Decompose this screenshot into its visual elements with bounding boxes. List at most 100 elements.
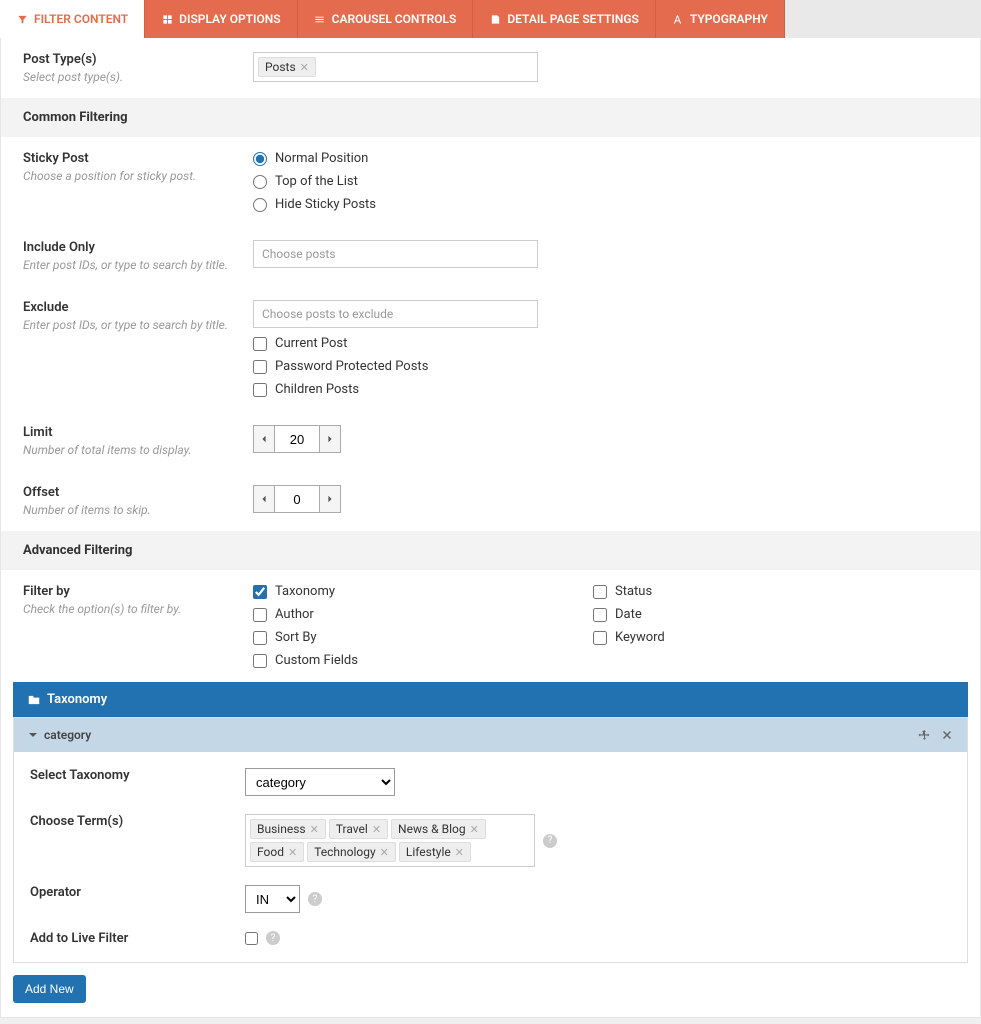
check-live-filter[interactable]: [245, 932, 258, 945]
panel-filter-content: Post Type(s) Select post type(s). Posts✕…: [0, 38, 981, 1018]
check-status[interactable]: Status: [593, 584, 893, 599]
check-keyword[interactable]: Keyword: [593, 630, 893, 645]
offset-decrement[interactable]: [253, 485, 275, 513]
tab-label: CAROUSEL CONTROLS: [332, 12, 457, 26]
offset-input[interactable]: [275, 485, 319, 513]
check-custom-fields[interactable]: Custom Fields: [253, 653, 553, 668]
limit-decrement[interactable]: [253, 425, 275, 453]
chevron-down-icon: [28, 730, 38, 740]
tab-label: DETAIL PAGE SETTINGS: [507, 12, 639, 26]
grid-icon: [161, 13, 173, 25]
tab-label: TYPOGRAPHY: [690, 12, 768, 26]
row-limit: Limit Number of total items to display.: [1, 411, 980, 471]
include-input[interactable]: Choose posts: [253, 240, 538, 268]
tab-detail-page-settings[interactable]: DETAIL PAGE SETTINGS: [473, 0, 656, 38]
sliders-icon: [314, 13, 326, 25]
live-filter-label: Add to Live Filter: [30, 931, 245, 946]
check-password-protected[interactable]: Password Protected Posts: [253, 359, 958, 374]
check-taxonomy[interactable]: Taxonomy: [253, 584, 553, 599]
tag-business[interactable]: Business✕: [250, 819, 326, 839]
filter-by-desc: Check the option(s) to filter by.: [23, 602, 253, 616]
row-filter-by: Filter by Check the option(s) to filter …: [1, 570, 980, 682]
row-select-taxonomy: Select Taxonomy category: [30, 768, 951, 796]
limit-label: Limit: [23, 425, 253, 440]
radio-hide-sticky[interactable]: Hide Sticky Posts: [253, 197, 958, 212]
remove-tag-icon[interactable]: ✕: [380, 846, 389, 859]
exclude-desc: Enter post IDs, or type to search by tit…: [23, 318, 253, 332]
section-common-filtering: Common Filtering: [1, 98, 980, 137]
check-children-posts[interactable]: Children Posts: [253, 382, 958, 397]
check-current-post[interactable]: Current Post: [253, 336, 958, 351]
check-date[interactable]: Date: [593, 607, 893, 622]
tag-news-blog[interactable]: News & Blog✕: [391, 819, 486, 839]
select-taxonomy[interactable]: category: [245, 768, 395, 796]
folder-icon: [27, 693, 41, 707]
operator-label: Operator: [30, 885, 245, 900]
taxonomy-title: Taxonomy: [47, 692, 107, 707]
remove-tag-icon[interactable]: ✕: [372, 823, 381, 836]
tab-label: DISPLAY OPTIONS: [179, 12, 280, 26]
offset-label: Offset: [23, 485, 253, 500]
page-icon: [489, 13, 501, 25]
row-live-filter: Add to Live Filter ?: [30, 931, 951, 946]
tab-carousel-controls[interactable]: CAROUSEL CONTROLS: [298, 0, 474, 38]
limit-increment[interactable]: [319, 425, 341, 453]
filter-icon: [16, 13, 28, 25]
tag-travel[interactable]: Travel✕: [329, 819, 388, 839]
choose-terms-label: Choose Term(s): [30, 814, 245, 829]
sticky-label: Sticky Post: [23, 151, 253, 166]
post-types-desc: Select post type(s).: [23, 70, 253, 84]
section-advanced-filtering: Advanced Filtering: [1, 531, 980, 570]
row-exclude: Exclude Enter post IDs, or type to searc…: [1, 286, 980, 411]
help-icon[interactable]: ?: [543, 834, 557, 848]
include-label: Include Only: [23, 240, 253, 255]
close-icon[interactable]: [941, 729, 953, 742]
row-post-types: Post Type(s) Select post type(s). Posts✕: [1, 38, 980, 98]
post-types-label: Post Type(s): [23, 52, 253, 67]
accordion-title: category: [44, 728, 91, 742]
remove-tag-icon[interactable]: ✕: [300, 61, 309, 74]
check-sort-by[interactable]: Sort By: [253, 630, 553, 645]
row-sticky: Sticky Post Choose a position for sticky…: [1, 137, 980, 226]
tab-typography[interactable]: TYPOGRAPHY: [656, 0, 785, 38]
tag-technology[interactable]: Technology✕: [307, 842, 396, 862]
include-desc: Enter post IDs, or type to search by tit…: [23, 258, 253, 272]
tab-label: FILTER CONTENT: [34, 12, 128, 26]
tabs-bar: FILTER CONTENT DISPLAY OPTIONS CAROUSEL …: [0, 0, 981, 38]
limit-desc: Number of total items to display.: [23, 443, 253, 457]
sticky-desc: Choose a position for sticky post.: [23, 169, 253, 183]
offset-spinner: [253, 485, 958, 513]
tag-lifestyle[interactable]: Lifestyle✕: [399, 842, 471, 862]
taxonomy-panel: category Select Taxonomy category Choose…: [13, 717, 968, 963]
remove-tag-icon[interactable]: ✕: [310, 823, 319, 836]
select-taxonomy-label: Select Taxonomy: [30, 768, 245, 783]
exclude-input[interactable]: Choose posts to exclude: [253, 300, 538, 328]
add-new-button[interactable]: Add New: [13, 975, 86, 1003]
remove-tag-icon[interactable]: ✕: [288, 846, 297, 859]
tag-posts[interactable]: Posts✕: [258, 57, 316, 77]
row-offset: Offset Number of items to skip.: [1, 471, 980, 531]
select-operator[interactable]: IN: [245, 885, 300, 913]
terms-input[interactable]: Business✕ Travel✕ News & Blog✕ Food✕ Tec…: [245, 814, 535, 867]
limit-spinner: [253, 425, 958, 453]
font-icon: [672, 13, 684, 25]
offset-increment[interactable]: [319, 485, 341, 513]
tab-filter-content[interactable]: FILTER CONTENT: [0, 0, 145, 38]
tag-food[interactable]: Food✕: [250, 842, 304, 862]
help-icon[interactable]: ?: [266, 931, 280, 945]
tab-display-options[interactable]: DISPLAY OPTIONS: [145, 0, 297, 38]
radio-normal-position[interactable]: Normal Position: [253, 151, 958, 166]
remove-tag-icon[interactable]: ✕: [470, 823, 479, 836]
help-icon[interactable]: ?: [308, 892, 322, 906]
check-author[interactable]: Author: [253, 607, 553, 622]
row-choose-terms: Choose Term(s) Business✕ Travel✕ News & …: [30, 814, 951, 867]
accordion-head-category[interactable]: category: [14, 718, 967, 752]
remove-tag-icon[interactable]: ✕: [455, 846, 464, 859]
post-types-input[interactable]: Posts✕: [253, 52, 538, 82]
taxonomy-bar: Taxonomy: [13, 682, 968, 717]
limit-input[interactable]: [275, 425, 319, 453]
radio-top-of-list[interactable]: Top of the List: [253, 174, 958, 189]
row-operator: Operator IN ?: [30, 885, 951, 913]
move-icon[interactable]: [918, 729, 931, 742]
exclude-label: Exclude: [23, 300, 253, 315]
